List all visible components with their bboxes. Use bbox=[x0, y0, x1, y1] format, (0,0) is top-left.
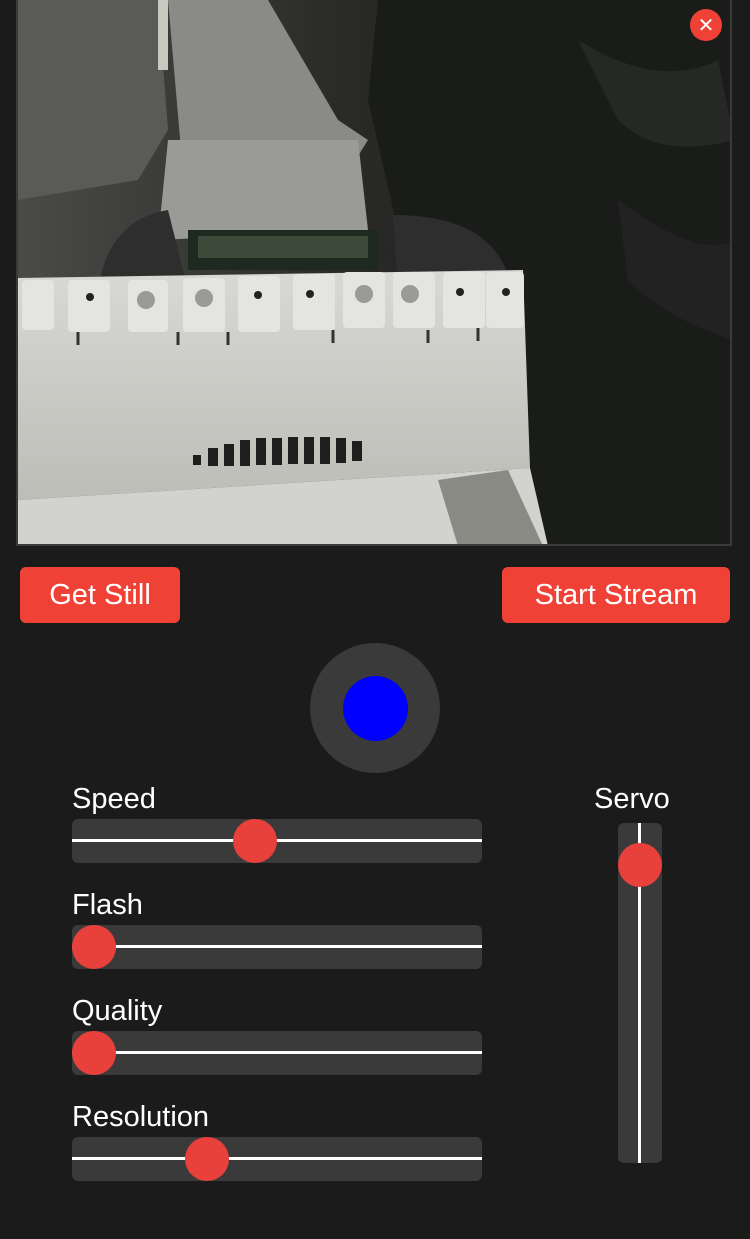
speed-slider[interactable] bbox=[72, 819, 482, 863]
camera-stream bbox=[16, 0, 732, 546]
resolution-label: Resolution bbox=[72, 1101, 210, 1133]
quality-slider-thumb[interactable] bbox=[72, 1031, 116, 1075]
servo-slider-thumb[interactable] bbox=[618, 843, 662, 887]
close-icon[interactable]: ✕ bbox=[690, 9, 722, 41]
resolution-slider[interactable] bbox=[72, 1137, 482, 1181]
speed-slider-thumb[interactable] bbox=[233, 819, 278, 863]
flash-slider[interactable] bbox=[72, 925, 482, 969]
resolution-slider-thumb[interactable] bbox=[185, 1137, 230, 1181]
quality-slider[interactable] bbox=[72, 1031, 482, 1075]
speed-label: Speed bbox=[72, 783, 156, 815]
flash-slider-thumb[interactable] bbox=[72, 925, 116, 969]
servo-label: Servo bbox=[594, 783, 670, 815]
flash-label: Flash bbox=[72, 889, 143, 921]
flash-slider-track-line bbox=[72, 945, 482, 948]
camera-stream-image bbox=[18, 0, 730, 544]
servo-slider[interactable] bbox=[618, 823, 662, 1163]
get-still-button[interactable]: Get Still bbox=[20, 567, 180, 623]
resolution-slider-track-line bbox=[72, 1157, 482, 1160]
start-stream-button[interactable]: Start Stream bbox=[502, 567, 730, 623]
quality-slider-track-line bbox=[72, 1051, 482, 1054]
joystick-knob[interactable] bbox=[343, 676, 408, 741]
quality-label: Quality bbox=[72, 995, 163, 1027]
